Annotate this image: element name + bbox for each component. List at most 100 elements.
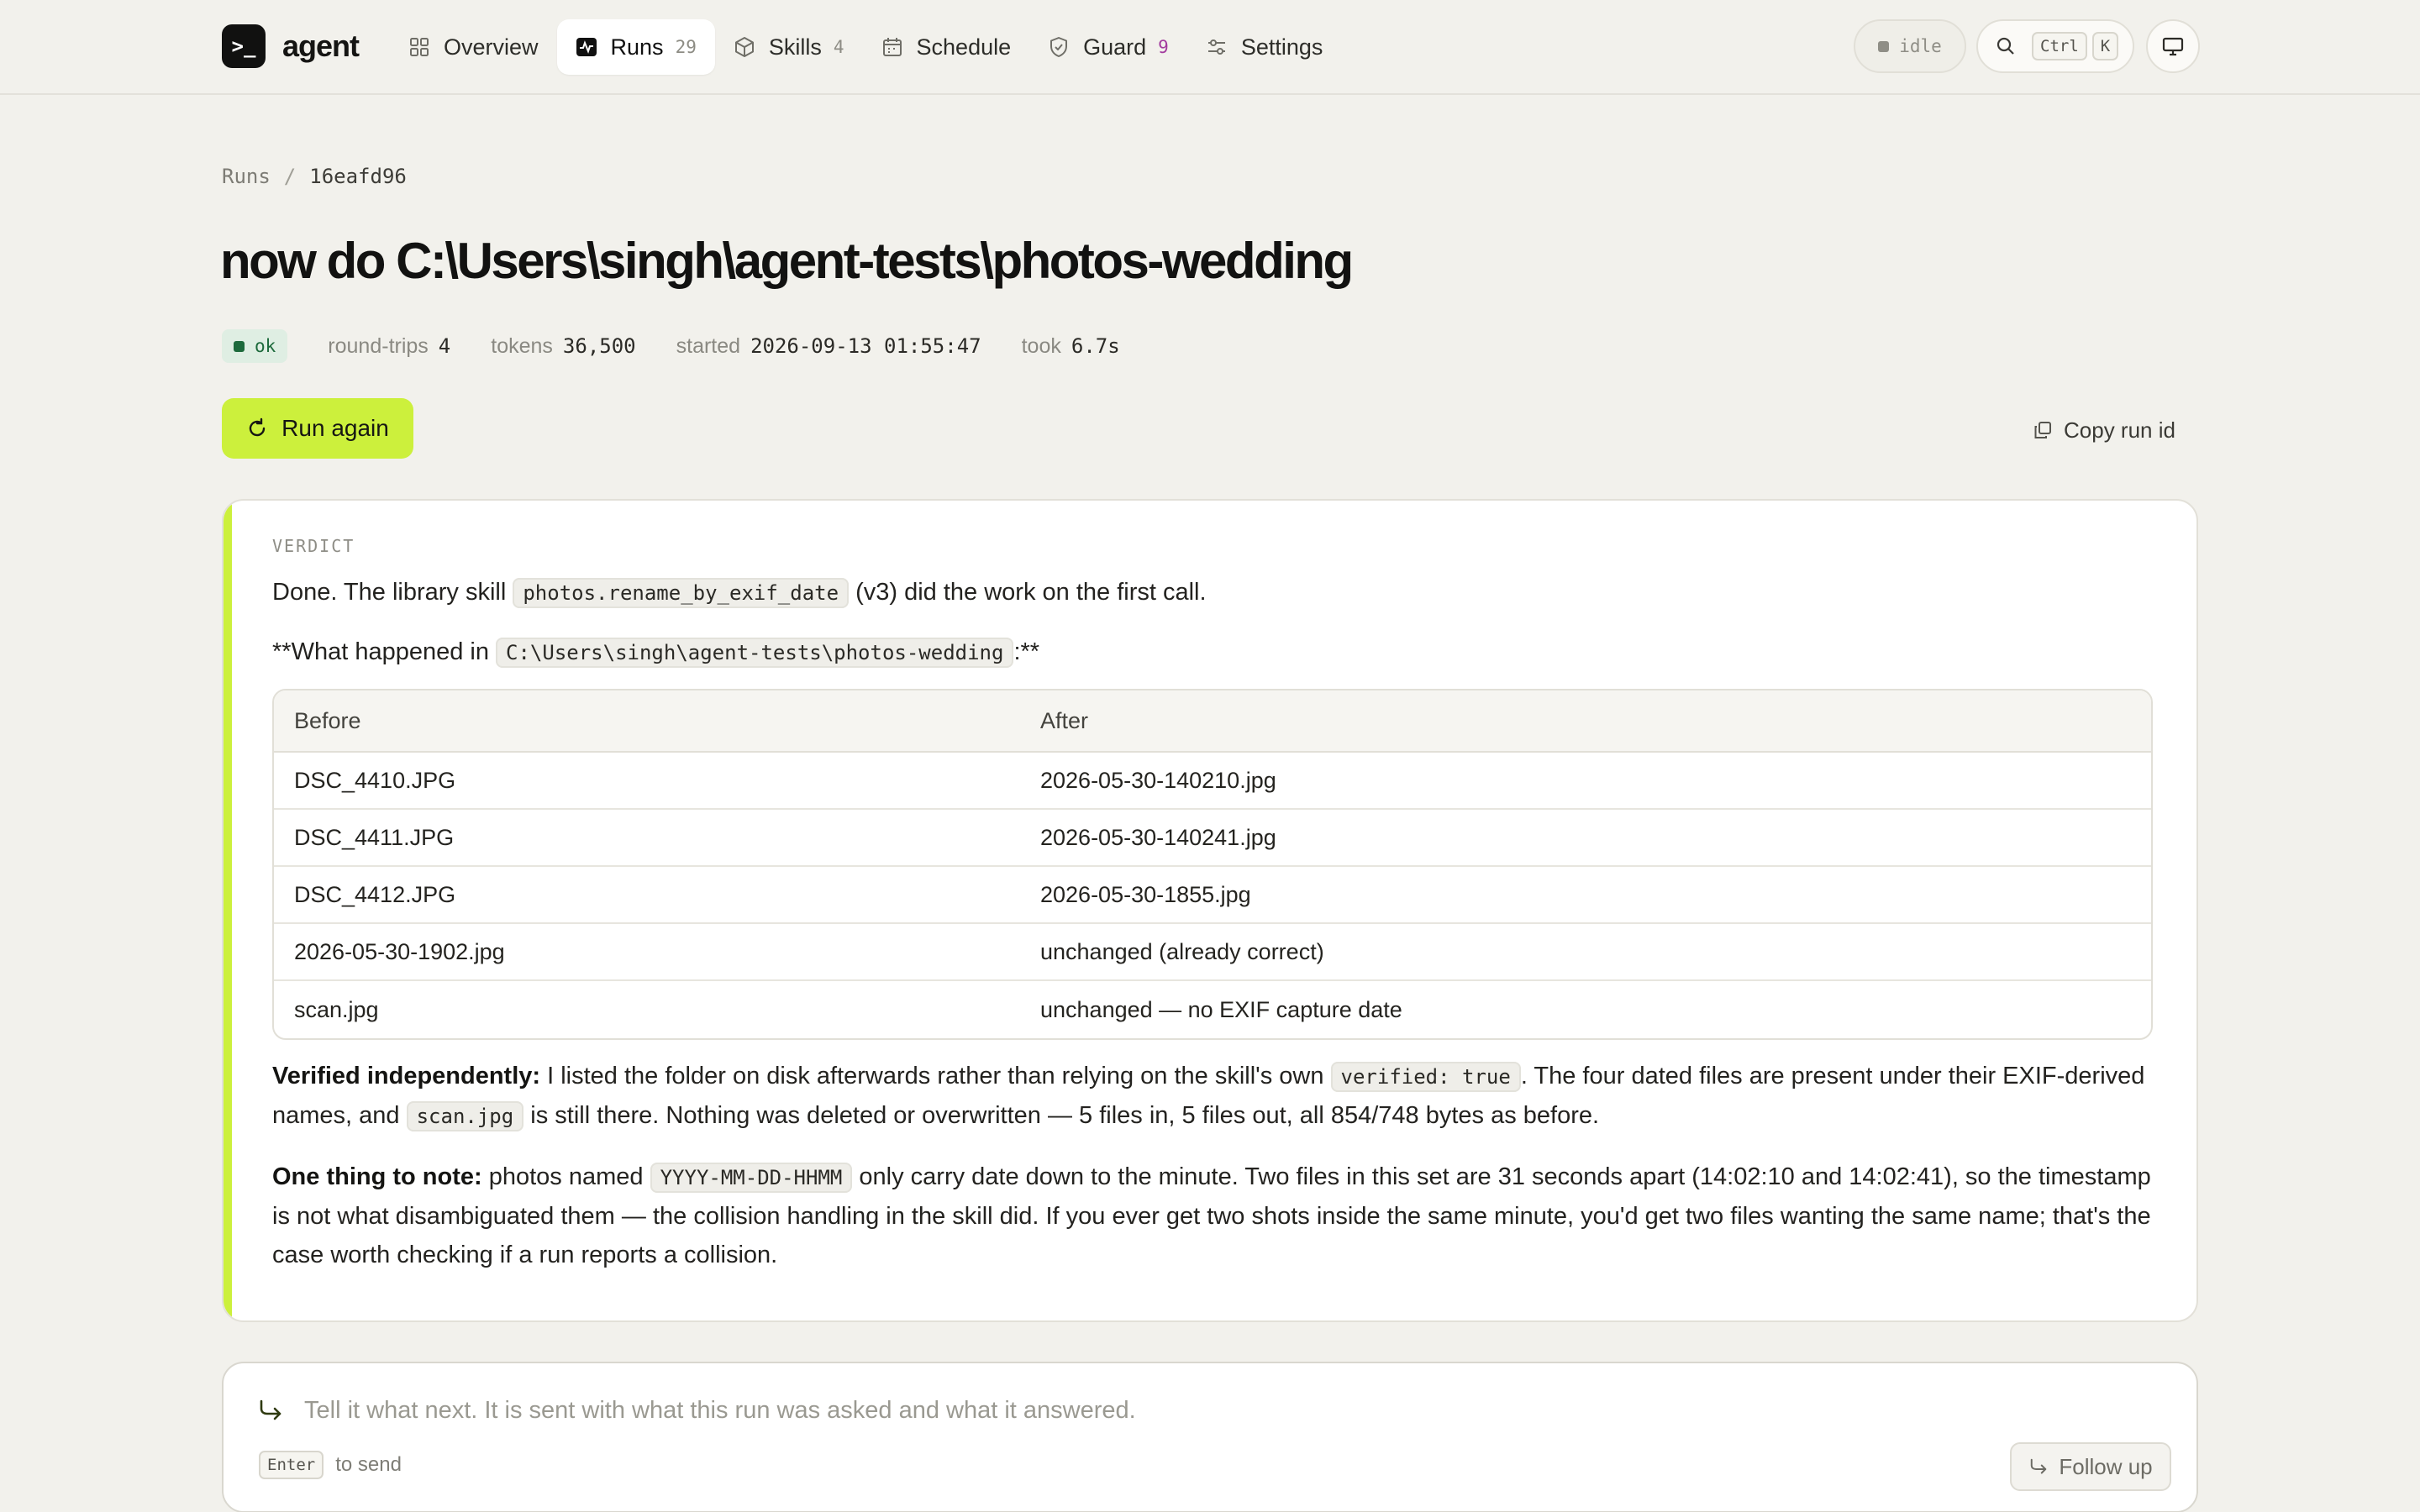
verification-text-a: I listed the folder on disk afterwards r… — [540, 1063, 1331, 1089]
copy-run-id-label: Copy run id — [2064, 417, 2175, 443]
copy-icon — [2034, 422, 2051, 438]
grid-icon — [410, 38, 429, 56]
nav-label-guard: Guard — [1083, 34, 1147, 60]
run-again-label: Run again — [281, 415, 389, 441]
verification-lead: Verified independently: — [272, 1063, 541, 1089]
agent-status-pill: idle — [1854, 19, 1966, 73]
rename-table: Before After DSC_4410.JPG 2026-05-30-140… — [272, 689, 2153, 1040]
meta-label-took: took — [1021, 333, 1061, 358]
meta-started: started 2026-09-13 01:55:47 — [676, 334, 981, 359]
nav-item-schedule[interactable]: Schedule — [863, 19, 1030, 75]
meta-round-trips: round-trips 4 — [328, 334, 450, 359]
run-meta: ok round-trips 4 tokens 36,500 started 2… — [222, 329, 1120, 363]
skills-count-badge: 4 — [833, 37, 844, 57]
calendar-icon — [882, 38, 902, 56]
nav-item-overview[interactable]: Overview — [390, 19, 557, 75]
run-again-button[interactable]: Run again — [222, 398, 413, 459]
shield-icon — [1050, 37, 1068, 57]
verdict-label: VERDICT — [272, 536, 355, 556]
meta-label-round-trips: round-trips — [328, 333, 429, 358]
cell-before: DSC_4411.JPG — [274, 810, 1020, 867]
cell-before: scan.jpg — [294, 996, 379, 1022]
display-toggle-button[interactable] — [2146, 19, 2200, 73]
table-row: DSC_4411.JPG 2026-05-30-140241.jpg — [274, 810, 2151, 867]
verification-paragraph: Verified independently: I listed the fol… — [272, 1057, 2163, 1136]
breadcrumb-runs-link[interactable]: Runs — [222, 165, 271, 188]
brand[interactable]: >_ agent — [222, 24, 360, 68]
search-icon — [1996, 37, 2014, 55]
note-lead: One thing to note: — [272, 1163, 482, 1190]
shortcut-key-ctrl: Ctrl — [2032, 32, 2087, 60]
cell-before: 2026-05-30-1902.jpg — [274, 924, 1020, 981]
note-paragraph: One thing to note: photos named YYYY-MM-… — [272, 1158, 2163, 1274]
what-happened-text-a: **What happened in — [272, 638, 497, 665]
status-dot-icon — [234, 340, 245, 352]
reply-arrow-icon — [2031, 1458, 2047, 1474]
command-search-button[interactable]: Ctrl K — [1976, 19, 2134, 73]
main-nav: Overview Runs 29 Skills 4 Schedule Guard… — [390, 19, 1341, 75]
breadcrumb-separator: / — [283, 165, 297, 188]
verification-text-c: is still there. Nothing was deleted or o… — [523, 1102, 1600, 1129]
nav-label-settings: Settings — [1240, 34, 1323, 60]
table-row: scan.jpg unchanged — no EXIF capture dat… — [274, 981, 2151, 1038]
table-row: DSC_4410.JPG 2026-05-30-140210.jpg — [274, 753, 2151, 810]
note-text-a: photos named — [481, 1163, 650, 1190]
agent-status-text: idle — [1899, 36, 1942, 56]
activity-icon — [576, 38, 597, 56]
nav-label-overview: Overview — [444, 34, 539, 60]
what-happened-text-b: :** — [1013, 638, 1040, 665]
refresh-icon — [249, 417, 266, 437]
what-happened-heading: **What happened in C:\Users\singh\agent-… — [272, 633, 2163, 672]
brand-logo-icon: >_ — [222, 24, 266, 68]
runs-count-badge: 29 — [675, 37, 697, 57]
meta-value-round-trips: 4 — [438, 334, 451, 358]
meta-label-started: started — [676, 333, 741, 358]
column-header-after: After — [1020, 690, 2151, 753]
top-bar: >_ agent Overview Runs 29 Skills 4 Sched… — [0, 0, 2420, 95]
cell-before: DSC_4412.JPG — [274, 867, 1020, 924]
copy-run-id-button[interactable]: Copy run id — [2033, 412, 2175, 449]
nav-item-runs[interactable]: Runs 29 — [556, 19, 715, 75]
breadcrumb: Runs / 16eafd96 — [222, 165, 407, 188]
nav-item-settings[interactable]: Settings — [1187, 19, 1342, 75]
table-row: DSC_4412.JPG 2026-05-30-1855.jpg — [274, 867, 2151, 924]
nav-label-skills: Skills — [768, 34, 822, 60]
nav-item-guard[interactable]: Guard 9 — [1029, 19, 1187, 75]
page-title: now do C:\Users\singh\agent-tests\photos… — [220, 233, 1354, 289]
monitor-icon — [2162, 37, 2184, 56]
cube-icon — [734, 37, 754, 57]
enter-key: Enter — [259, 1451, 324, 1479]
verdict-card: VERDICT Done. The library skill photos.r… — [222, 499, 2198, 1322]
scan-file-code: scan.jpg — [406, 1101, 524, 1131]
column-header-before: Before — [274, 690, 1020, 753]
meta-value-started: 2026-09-13 01:55:47 — [750, 334, 981, 358]
nav-item-skills[interactable]: Skills 4 — [715, 19, 863, 75]
follow-up-input[interactable] — [304, 1385, 2153, 1436]
status-badge-text: ok — [255, 336, 276, 356]
verified-flag-code: verified: true — [1330, 1062, 1521, 1092]
nav-label-runs: Runs — [610, 34, 664, 60]
cell-after: 2026-05-30-140210.jpg — [1020, 753, 2151, 810]
sliders-icon — [1207, 39, 1225, 55]
status-square-icon — [1878, 40, 1890, 52]
follow-up-composer: Enter to send Follow up — [222, 1362, 2198, 1512]
guard-count-badge: 9 — [1158, 37, 1169, 57]
table-row: 2026-05-30-1902.jpg unchanged (already c… — [274, 924, 2151, 981]
meta-label-tokens: tokens — [491, 333, 553, 358]
table-header-row: Before After — [274, 690, 2151, 753]
brand-name: agent — [282, 29, 360, 63]
nav-label-schedule: Schedule — [916, 34, 1012, 60]
cell-after: unchanged — no EXIF capture date — [1040, 996, 1402, 1022]
folder-path-code: C:\Users\singh\agent-tests\photos-weddin… — [496, 638, 1014, 668]
verdict-summary-text-a: Done. The library skill — [272, 579, 513, 606]
date-format-code: YYYY-MM-DD-HHMM — [650, 1163, 853, 1193]
meta-value-took: 6.7s — [1071, 334, 1120, 358]
verdict-summary: Done. The library skill photos.rename_by… — [272, 573, 2163, 612]
cell-before: DSC_4410.JPG — [274, 753, 1020, 810]
meta-value-tokens: 36,500 — [562, 334, 636, 358]
follow-up-button[interactable]: Follow up — [2010, 1442, 2171, 1491]
cell-after: 2026-05-30-1855.jpg — [1020, 867, 2151, 924]
send-hint-text: to send — [335, 1453, 402, 1476]
reply-arrow-icon — [260, 1399, 281, 1420]
meta-took: took 6.7s — [1022, 334, 1120, 359]
